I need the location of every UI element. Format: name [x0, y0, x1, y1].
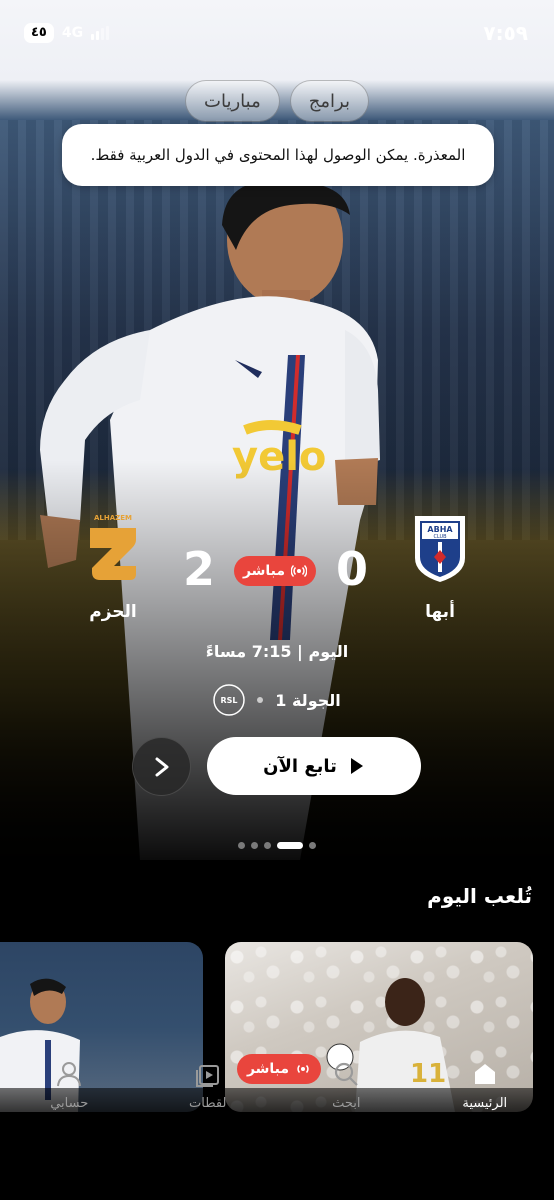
away-team[interactable]: ALHAZEM الحزم [58, 512, 168, 622]
carousel-dot[interactable] [238, 842, 245, 849]
nav-search-label: ابحث [332, 1096, 361, 1111]
rsl-logo: RSL [213, 684, 246, 716]
live-broadcast-icon [291, 564, 308, 578]
live-label: مباشر [242, 563, 286, 579]
home-icon [474, 1064, 495, 1084]
section-title: تُلعب اليوم [427, 884, 532, 908]
match-round: الجولة 1 RSL [0, 684, 554, 716]
away-team-name: الحزم [89, 602, 137, 622]
clips-icon [195, 1065, 219, 1087]
tab-programs[interactable]: برامج [289, 80, 369, 122]
round-label: الجولة 1 [275, 690, 341, 710]
next-match-button[interactable] [132, 737, 191, 796]
watch-now-button[interactable]: تابع الآن [207, 737, 421, 795]
svg-text:ABHA: ABHA [427, 525, 453, 534]
bottom-nav: الرئيسية ابحث لقطات حسابي [0, 1062, 554, 1200]
nav-search[interactable]: ابحث [277, 1060, 416, 1172]
battery-indicator: ٤٥ [24, 23, 54, 43]
tab-matches[interactable]: مباريات [185, 80, 280, 122]
watch-now-label: تابع الآن [263, 755, 337, 777]
carousel-dot-active[interactable] [277, 842, 303, 849]
home-score: 0 [335, 542, 368, 596]
search-icon [335, 1062, 359, 1086]
home-team[interactable]: ABHA CLUB أبها [385, 512, 495, 622]
nav-home-label: الرئيسية [462, 1096, 508, 1111]
status-bar: ٤٥ 4G ٧:٥٩ [24, 18, 528, 48]
network-type: 4G [61, 25, 84, 41]
svg-text:RSL: RSL [221, 696, 238, 705]
carousel-dot[interactable] [251, 842, 258, 849]
nav-account[interactable]: حسابي [0, 1060, 139, 1172]
match-time: اليوم | 7:15 مساءً [205, 642, 349, 661]
abha-club-logo: ABHA CLUB [415, 516, 465, 582]
live-badge: مباشر [234, 556, 316, 586]
carousel-dot[interactable] [264, 842, 271, 849]
clock: ٧:٥٩ [483, 21, 528, 45]
nav-clips-label: لقطات [189, 1096, 227, 1111]
nav-home[interactable]: الرئيسية [416, 1060, 554, 1172]
home-team-name: أبها [425, 602, 455, 622]
top-tabs: مباريات برامج [0, 80, 554, 122]
status-left: ٤٥ 4G [24, 23, 110, 43]
away-score: 2 [182, 542, 215, 596]
svg-text:CLUB: CLUB [433, 534, 447, 540]
carousel-dot[interactable] [309, 842, 316, 849]
separator-dot [257, 697, 264, 703]
play-icon [350, 758, 363, 774]
signal-icon [91, 26, 110, 40]
chevron-right-icon [155, 757, 168, 776]
nav-account-label: حسابي [50, 1096, 89, 1111]
user-icon [57, 1062, 82, 1087]
region-restriction-toast: المعذرة. يمكن الوصول لهذا المحتوى في الد… [62, 124, 494, 186]
svg-text:ALHAZEM: ALHAZEM [94, 514, 132, 522]
alhazem-logo: ALHAZEM [90, 514, 136, 580]
nav-clips[interactable]: لقطات [139, 1060, 278, 1172]
carousel-indicator [0, 842, 554, 849]
